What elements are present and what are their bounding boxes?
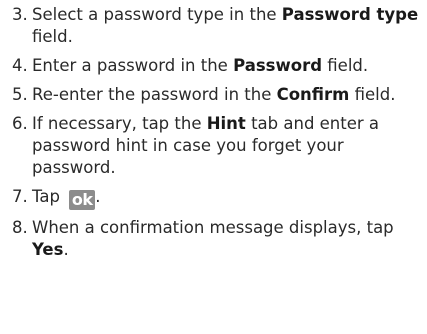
- step-text: field.: [32, 27, 73, 46]
- step-text: Tap: [32, 187, 66, 206]
- step-text: When a confirmation message displays, ta…: [32, 218, 394, 237]
- step-4: 4. Enter a password in the Password field…: [12, 55, 424, 77]
- step-6: 6. If necessary, tap the Hint tab and ent…: [12, 113, 424, 179]
- step-text: .: [95, 187, 101, 206]
- field-name-confirm: Confirm: [276, 85, 350, 104]
- step-3: 3. Select a password type in the Password…: [12, 4, 424, 48]
- field-name-password: Password: [233, 56, 323, 75]
- step-7: 7. Tap ok.: [12, 186, 424, 210]
- step-number: 5.: [12, 85, 28, 104]
- step-number: 3.: [12, 5, 28, 24]
- step-text: If necessary, tap the: [32, 114, 207, 133]
- step-text: Select a password type in the: [32, 5, 282, 24]
- step-number: 4.: [12, 56, 28, 75]
- step-text: .: [63, 240, 69, 259]
- button-name-yes: Yes: [32, 240, 64, 259]
- instruction-steps: 3. Select a password type in the Password…: [12, 4, 424, 268]
- step-number: 7.: [12, 187, 28, 206]
- step-text: Re-enter the password in the: [32, 85, 277, 104]
- step-text: field.: [322, 56, 369, 75]
- step-8: 8. When a confirmation message displays, …: [12, 217, 424, 261]
- field-name-password-type: Password type: [281, 5, 419, 24]
- step-text: field.: [349, 85, 396, 104]
- step-number: 6.: [12, 114, 28, 133]
- step-5: 5. Re-enter the password in the Confirm f…: [12, 84, 424, 106]
- tab-name-hint: Hint: [206, 114, 246, 133]
- step-number: 8.: [12, 218, 28, 237]
- step-text: Enter a password in the: [32, 56, 234, 75]
- ok-button-icon: ok: [69, 190, 96, 210]
